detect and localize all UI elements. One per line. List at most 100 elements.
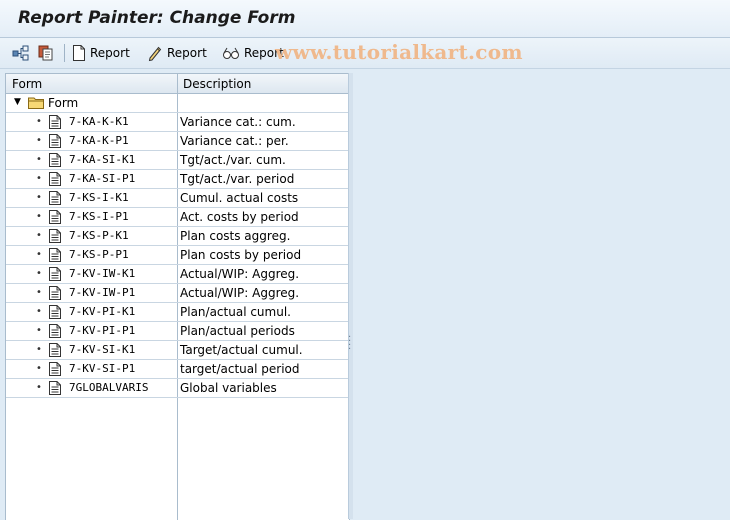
- form-description: Variance cat.: cum.: [180, 115, 296, 129]
- form-code[interactable]: 7-KA-K-P1: [69, 134, 129, 147]
- bullet-icon: •: [36, 116, 42, 127]
- document-icon: [49, 134, 61, 148]
- form-code[interactable]: 7GLOBALVARIS: [69, 381, 148, 394]
- form-code[interactable]: 7-KV-IW-K1: [69, 267, 135, 280]
- document-icon: [49, 172, 61, 186]
- bullet-icon: •: [36, 363, 42, 374]
- change-report-label: Report: [167, 46, 207, 60]
- bullet-icon: •: [36, 154, 42, 165]
- tree-root-row[interactable]: ▼ Form: [6, 94, 349, 113]
- form-code[interactable]: 7-KA-K-K1: [69, 115, 129, 128]
- expand-arrow-icon[interactable]: ▼: [14, 97, 21, 107]
- form-description: Variance cat.: per.: [180, 134, 289, 148]
- tree-item-row[interactable]: • 7GLOBALVARIS Global variables: [6, 379, 349, 398]
- document-icon: [49, 248, 61, 262]
- document-icon: [49, 191, 61, 205]
- copy-button[interactable]: [37, 43, 55, 63]
- tree-item-row[interactable]: • 7-KA-SI-P1 Tgt/act./var. period: [6, 170, 349, 189]
- watermark-text: www.tutorialkart.com: [275, 40, 523, 64]
- tree-item-row[interactable]: • 7-KV-IW-K1 Actual/WIP: Aggreg.: [6, 265, 349, 284]
- bullet-icon: •: [36, 135, 42, 146]
- form-description: Plan costs aggreg.: [180, 229, 291, 243]
- tree-rows: ▼ Form • 7-KA-K-K1 Variance cat.: cum. • 7-K…: [6, 94, 349, 398]
- form-code[interactable]: 7-KV-SI-K1: [69, 343, 135, 356]
- create-document-icon: [73, 45, 85, 61]
- column-header-description[interactable]: Description: [183, 77, 251, 91]
- document-icon: [49, 115, 61, 129]
- form-code[interactable]: 7-KV-IW-P1: [69, 286, 135, 299]
- document-icon: [49, 229, 61, 243]
- form-code[interactable]: 7-KV-PI-P1: [69, 324, 135, 337]
- form-description: Plan costs by period: [180, 248, 302, 262]
- document-icon: [49, 153, 61, 167]
- toolbar-separator: [64, 44, 65, 62]
- form-description: Target/actual cumul.: [180, 343, 303, 357]
- tree-item-row[interactable]: • 7-KS-P-P1 Plan costs by period: [6, 246, 349, 265]
- copy-icon: [38, 45, 53, 61]
- form-code[interactable]: 7-KS-P-P1: [69, 248, 129, 261]
- bullet-icon: •: [36, 306, 42, 317]
- form-description: Tgt/act./var. cum.: [180, 153, 286, 167]
- form-code[interactable]: 7-KS-P-K1: [69, 229, 129, 242]
- tree-item-row[interactable]: • 7-KV-IW-P1 Actual/WIP: Aggreg.: [6, 284, 349, 303]
- window-title: Report Painter: Change Form: [18, 8, 296, 28]
- form-code[interactable]: 7-KV-PI-K1: [69, 305, 135, 318]
- form-code[interactable]: 7-KS-I-P1: [69, 210, 129, 223]
- form-description: target/actual period: [180, 362, 300, 376]
- bullet-icon: •: [36, 192, 42, 203]
- pencil-icon: [148, 46, 162, 62]
- form-description: Actual/WIP: Aggreg.: [180, 286, 300, 300]
- create-report-button[interactable]: Report: [72, 43, 130, 63]
- form-tree-panel: Form Description ▼ Form • 7-KA-K-K1 Varian…: [5, 73, 350, 520]
- create-report-label: Report: [90, 46, 130, 60]
- change-report-button[interactable]: Report: [147, 43, 207, 63]
- other-form-button[interactable]: [12, 43, 30, 63]
- bullet-icon: •: [36, 249, 42, 260]
- switch-icon: [12, 45, 29, 61]
- splitter-grip-icon: · · · ·: [348, 332, 352, 355]
- bullet-icon: •: [36, 173, 42, 184]
- bullet-icon: •: [36, 325, 42, 336]
- document-icon: [49, 343, 61, 357]
- form-description: Plan/actual periods: [180, 324, 295, 338]
- form-code[interactable]: 7-KA-SI-K1: [69, 153, 135, 166]
- form-description: Act. costs by period: [180, 210, 299, 224]
- document-icon: [49, 267, 61, 281]
- document-icon: [49, 210, 61, 224]
- form-description: Plan/actual cumul.: [180, 305, 291, 319]
- title-bar: Report Painter: Change Form: [0, 0, 730, 38]
- bullet-icon: •: [36, 268, 42, 279]
- tree-item-row[interactable]: • 7-KA-K-K1 Variance cat.: cum.: [6, 113, 349, 132]
- document-icon: [49, 305, 61, 319]
- form-description: Cumul. actual costs: [180, 191, 299, 205]
- document-icon: [49, 381, 61, 395]
- tree-root-label: Form: [48, 96, 79, 110]
- document-icon: [49, 362, 61, 376]
- form-description: Global variables: [180, 381, 277, 395]
- glasses-icon: [223, 47, 239, 59]
- form-description: Actual/WIP: Aggreg.: [180, 267, 300, 281]
- bullet-icon: •: [36, 230, 42, 241]
- column-header-form[interactable]: Form: [12, 77, 42, 91]
- bullet-icon: •: [36, 287, 42, 298]
- tree-item-row[interactable]: • 7-KV-SI-K1 Target/actual cumul.: [6, 341, 349, 360]
- detail-pane: [353, 73, 730, 519]
- tree-item-row[interactable]: • 7-KV-PI-P1 Plan/actual periods: [6, 322, 349, 341]
- tree-item-row[interactable]: • 7-KV-SI-P1 target/actual period: [6, 360, 349, 379]
- form-code[interactable]: 7-KS-I-K1: [69, 191, 129, 204]
- tree-item-row[interactable]: • 7-KS-P-K1 Plan costs aggreg.: [6, 227, 349, 246]
- document-icon: [49, 286, 61, 300]
- bullet-icon: •: [36, 344, 42, 355]
- form-description: Tgt/act./var. period: [180, 172, 295, 186]
- bullet-icon: •: [36, 211, 42, 222]
- tree-item-row[interactable]: • 7-KS-I-P1 Act. costs by period: [6, 208, 349, 227]
- form-code[interactable]: 7-KV-SI-P1: [69, 362, 135, 375]
- folder-icon: [28, 97, 44, 109]
- tree-item-row[interactable]: • 7-KA-SI-K1 Tgt/act./var. cum.: [6, 151, 349, 170]
- bullet-icon: •: [36, 382, 42, 393]
- tree-item-row[interactable]: • 7-KV-PI-K1 Plan/actual cumul.: [6, 303, 349, 322]
- tree-item-row[interactable]: • 7-KA-K-P1 Variance cat.: per.: [6, 132, 349, 151]
- document-icon: [49, 324, 61, 338]
- tree-item-row[interactable]: • 7-KS-I-K1 Cumul. actual costs: [6, 189, 349, 208]
- form-code[interactable]: 7-KA-SI-P1: [69, 172, 135, 185]
